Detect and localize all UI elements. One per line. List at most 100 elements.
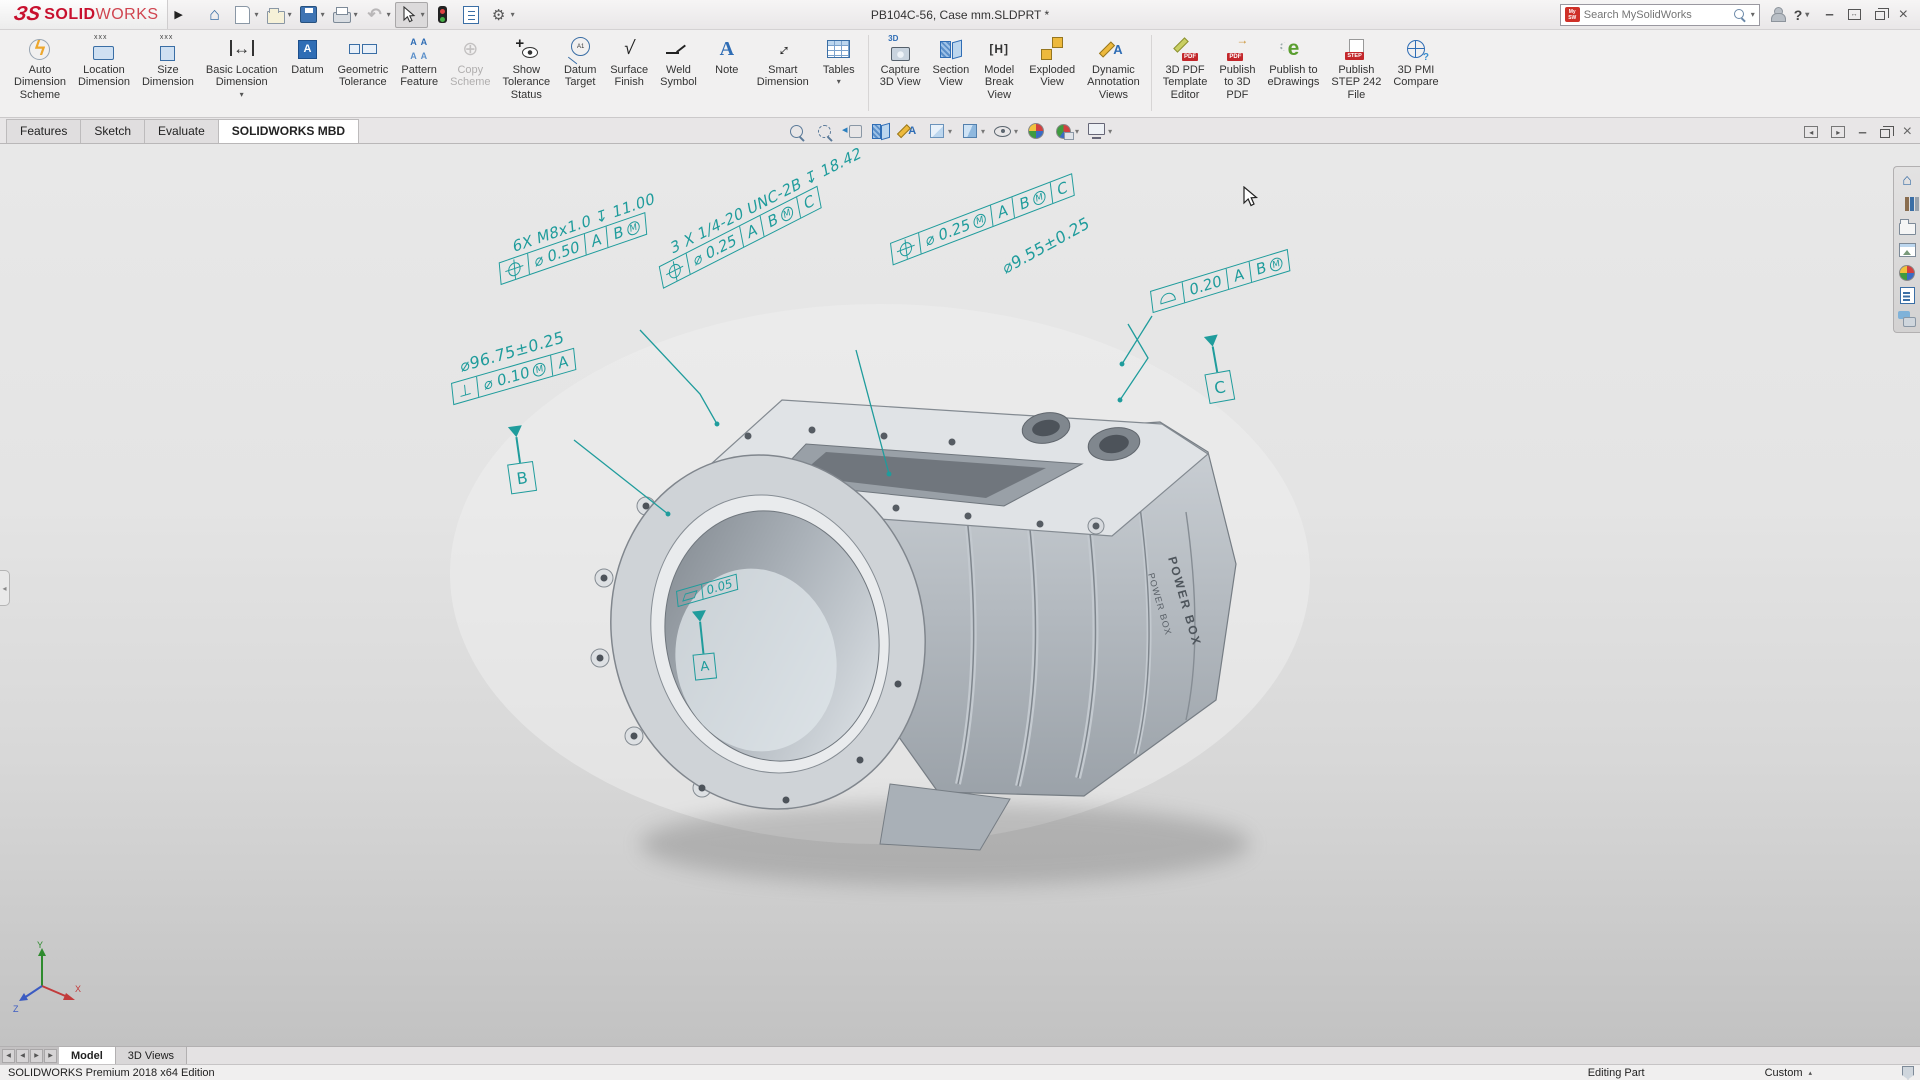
file-explorer-icon[interactable] <box>1896 216 1918 237</box>
graphics-viewport[interactable]: POWER BOX POWER BOX ◂ 6X M8x1.0 ↧ 11.00 … <box>0 144 1920 1046</box>
ribbon-size-dimension[interactable]: Size Dimension <box>137 32 199 92</box>
design-library-icon[interactable] <box>1896 193 1918 214</box>
collapse-left-pane-button[interactable]: ◂ <box>1804 126 1818 138</box>
appearances-scenes-icon[interactable] <box>1896 262 1918 283</box>
close-button[interactable]: × <box>1899 6 1908 24</box>
previous-tab-button[interactable]: ◀ <box>16 1049 29 1063</box>
next-tab-button[interactable]: ▶ <box>30 1049 43 1063</box>
caret-down-icon: ▾ <box>948 127 952 136</box>
view-palette-icon[interactable] <box>1896 239 1918 260</box>
save-icon <box>298 4 320 26</box>
ribbon-location-dimension[interactable]: Location Dimension <box>73 32 135 92</box>
tab-model[interactable]: Model <box>59 1047 116 1064</box>
status-tag-icon[interactable] <box>1902 1066 1914 1080</box>
ribbon-capture-3d-view[interactable]: Capture 3D View <box>875 32 926 92</box>
mmc-modifier-icon: M <box>780 204 794 223</box>
save-button[interactable]: ▾ <box>296 3 327 27</box>
view-settings-button[interactable]: ▾ <box>1086 121 1112 141</box>
units-selector[interactable]: Custom ▴ <box>1765 1067 1812 1079</box>
zoom-to-area-button[interactable] <box>814 121 835 141</box>
restore-button[interactable] <box>1875 11 1885 20</box>
mmc-modifier-icon: M <box>1032 189 1046 207</box>
tab-3d-views[interactable]: 3D Views <box>116 1047 187 1064</box>
view-orientation-button[interactable]: ▾ <box>926 121 952 141</box>
help-button[interactable]: ?▾ <box>1794 7 1810 23</box>
ribbon-weld-symbol[interactable]: Weld Symbol <box>655 32 702 92</box>
copy-scheme-icon <box>455 35 485 63</box>
rebuild-button[interactable] <box>430 3 456 27</box>
ribbon-auto-dimension-scheme[interactable]: Auto Dimension Scheme <box>9 32 71 104</box>
ribbon-basic-location-dimension[interactable]: Basic Location Dimension▾ <box>201 32 283 102</box>
datum-icon <box>292 35 322 63</box>
ribbon-datum[interactable]: Datum <box>284 32 330 79</box>
ribbon-3d-pdf-template-editor[interactable]: 3D PDF Template Editor <box>1158 32 1213 104</box>
solidworks-resources-icon[interactable] <box>1896 170 1918 191</box>
ribbon-smart-dimension[interactable]: Smart Dimension <box>752 32 814 92</box>
options-button[interactable]: ⚙▾ <box>486 3 517 27</box>
display-style-button[interactable]: ▾ <box>959 121 985 141</box>
last-tab-button[interactable]: ▶ <box>44 1049 57 1063</box>
open-button[interactable]: ▾ <box>263 3 294 27</box>
apply-scene-button[interactable]: ▾ <box>1053 121 1079 141</box>
tab-solidworks-mbd[interactable]: SOLIDWORKS MBD <box>218 119 359 143</box>
ribbon-3d-pmi-compare[interactable]: 3D PMI Compare <box>1388 32 1443 92</box>
hide-show-items-button[interactable]: ▾ <box>992 121 1018 141</box>
caret-down-icon: ▾ <box>421 10 425 19</box>
login-user-icon[interactable] <box>1770 7 1784 22</box>
ribbon-exploded-view[interactable]: Exploded View <box>1024 32 1080 92</box>
tab-evaluate[interactable]: Evaluate <box>144 119 219 143</box>
coordinate-triad: Y X Z <box>12 940 82 1012</box>
tab-features[interactable]: Features <box>6 119 81 143</box>
home-button[interactable] <box>202 3 228 27</box>
ribbon-note[interactable]: Note <box>704 32 750 79</box>
edit-appearance-button[interactable] <box>1025 121 1046 141</box>
print-button[interactable]: ▾ <box>329 3 360 27</box>
file-properties-button[interactable] <box>458 3 484 27</box>
mmc-modifier-icon: M <box>627 219 640 237</box>
ribbon-datum-target[interactable]: Datum Target <box>557 32 603 92</box>
location-dimension-icon <box>89 35 119 63</box>
custom-properties-icon[interactable] <box>1896 285 1918 306</box>
solidworks-forum-icon[interactable] <box>1896 308 1918 329</box>
ribbon-publish-to-edrawings[interactable]: Publish to eDrawings <box>1262 32 1324 92</box>
search-caret-icon[interactable]: ▾ <box>1751 10 1755 19</box>
datum-triangle-icon <box>692 610 707 622</box>
ribbon-geometric-tolerance[interactable]: Geometric Tolerance <box>332 32 393 92</box>
command-manager-ribbon: Auto Dimension Scheme Location Dimension… <box>0 30 1920 118</box>
ribbon-section-view[interactable]: Section View <box>928 32 975 92</box>
doc-close-button[interactable]: × <box>1903 123 1912 141</box>
ribbon-show-tolerance-status[interactable]: Show Tolerance Status <box>497 32 555 104</box>
maximize-button[interactable]: ↔ <box>1848 9 1861 20</box>
dynamic-annotation-views-button[interactable] <box>898 121 919 141</box>
ribbon-tables[interactable]: Tables▾ <box>816 32 862 89</box>
ribbon-publish-to-3d-pdf[interactable]: Publish to 3D PDF <box>1214 32 1260 104</box>
collapse-right-pane-button[interactable]: ▸ <box>1831 126 1845 138</box>
ribbon-publish-step-242-file[interactable]: Publish STEP 242 File <box>1326 32 1386 104</box>
feature-tree-collapsed-tab[interactable]: ◂ <box>0 570 10 606</box>
ribbon-pattern-feature[interactable]: Pattern Feature <box>395 32 443 92</box>
search-icon[interactable] <box>1734 9 1746 21</box>
tab-sketch[interactable]: Sketch <box>80 119 145 143</box>
caret-down-icon: ▾ <box>1014 127 1018 136</box>
search-input[interactable] <box>1584 9 1730 21</box>
new-document-button[interactable]: ▾ <box>230 3 261 27</box>
heads-up-view-toolbar: ▾ ▾ ▾ ▾ ▾ <box>786 121 1112 141</box>
nav-next-icon: ▶ <box>34 1052 39 1059</box>
previous-view-button[interactable] <box>842 121 863 141</box>
doc-minimize-button[interactable]: – <box>1858 124 1866 141</box>
first-tab-button[interactable]: ◀ <box>2 1049 15 1063</box>
auto-dimension-scheme-icon <box>25 35 55 63</box>
undo-button[interactable]: ↶▾ <box>362 3 393 27</box>
ribbon-dynamic-annotation-views[interactable]: Dynamic Annotation Views <box>1082 32 1145 104</box>
minimize-button[interactable]: – <box>1825 6 1833 23</box>
menu-expand-button[interactable]: ▶ <box>170 4 188 26</box>
undo-icon: ↶ <box>364 4 386 26</box>
zoom-to-fit-button[interactable] <box>786 121 807 141</box>
3d-model-gearbox-case[interactable]: POWER BOX POWER BOX <box>0 144 1920 1046</box>
ribbon-surface-finish[interactable]: Surface Finish <box>605 32 653 92</box>
section-view-button[interactable] <box>870 121 891 141</box>
select-tool-button[interactable]: ▾ <box>395 2 428 28</box>
open-folder-icon <box>265 4 287 26</box>
ribbon-model-break-view[interactable]: Model Break View <box>976 32 1022 104</box>
doc-restore-button[interactable] <box>1880 129 1890 138</box>
